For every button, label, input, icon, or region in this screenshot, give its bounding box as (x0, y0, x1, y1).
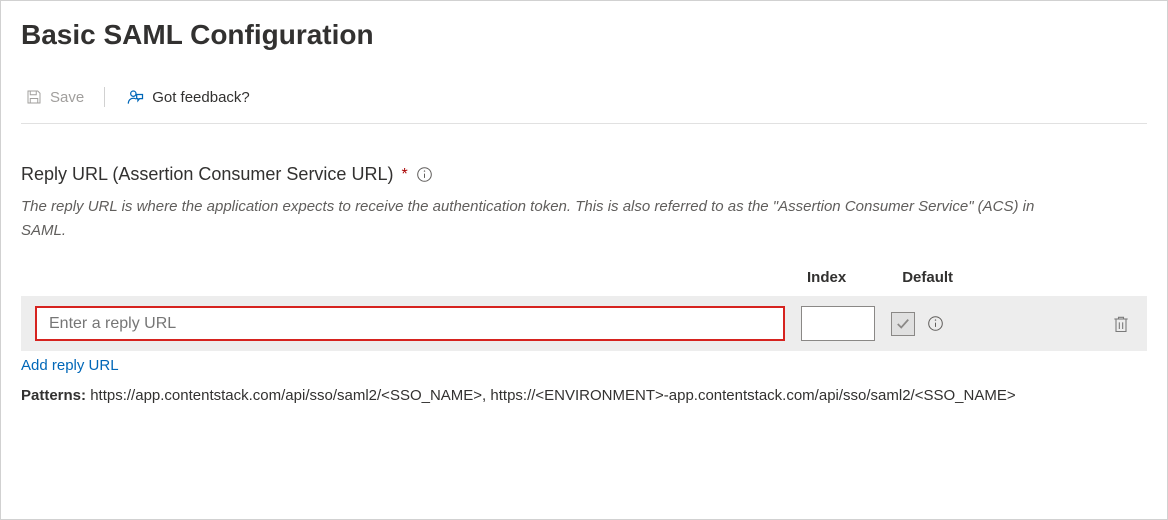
add-reply-url-link[interactable]: Add reply URL (21, 357, 119, 374)
save-icon (25, 88, 43, 106)
column-header-default: Default (902, 269, 953, 286)
trash-icon (1111, 313, 1131, 335)
default-container (891, 312, 944, 336)
default-checkbox[interactable] (891, 312, 915, 336)
feedback-button[interactable]: Got feedback? (121, 85, 254, 109)
patterns-label: Patterns: (21, 387, 86, 404)
column-header-index: Index (807, 269, 846, 286)
reply-url-input[interactable] (35, 306, 785, 341)
reply-url-label: Reply URL (Assertion Consumer Service UR… (21, 164, 393, 185)
feedback-icon (125, 87, 145, 107)
field-label-row: Reply URL (Assertion Consumer Service UR… (21, 164, 1147, 185)
feedback-button-label: Got feedback? (152, 89, 250, 106)
table-header-row: Index Default (21, 269, 1147, 286)
index-input[interactable] (801, 306, 875, 341)
delete-button[interactable] (1109, 311, 1133, 337)
input-row (21, 296, 1147, 351)
toolbar-divider (104, 87, 105, 107)
save-button-label: Save (50, 89, 84, 106)
field-description: The reply URL is where the application e… (21, 195, 1081, 243)
page-title: Basic SAML Configuration (21, 19, 1147, 51)
patterns-row: Patterns: https://app.contentstack.com/a… (21, 384, 1081, 408)
default-info-icon[interactable] (927, 315, 944, 332)
save-button[interactable]: Save (21, 86, 88, 108)
toolbar: Save Got feedback? (21, 85, 1147, 124)
info-icon[interactable] (416, 166, 433, 183)
required-asterisk: * (401, 166, 407, 184)
patterns-value: https://app.contentstack.com/api/sso/sam… (90, 387, 1015, 404)
check-icon (896, 317, 910, 331)
